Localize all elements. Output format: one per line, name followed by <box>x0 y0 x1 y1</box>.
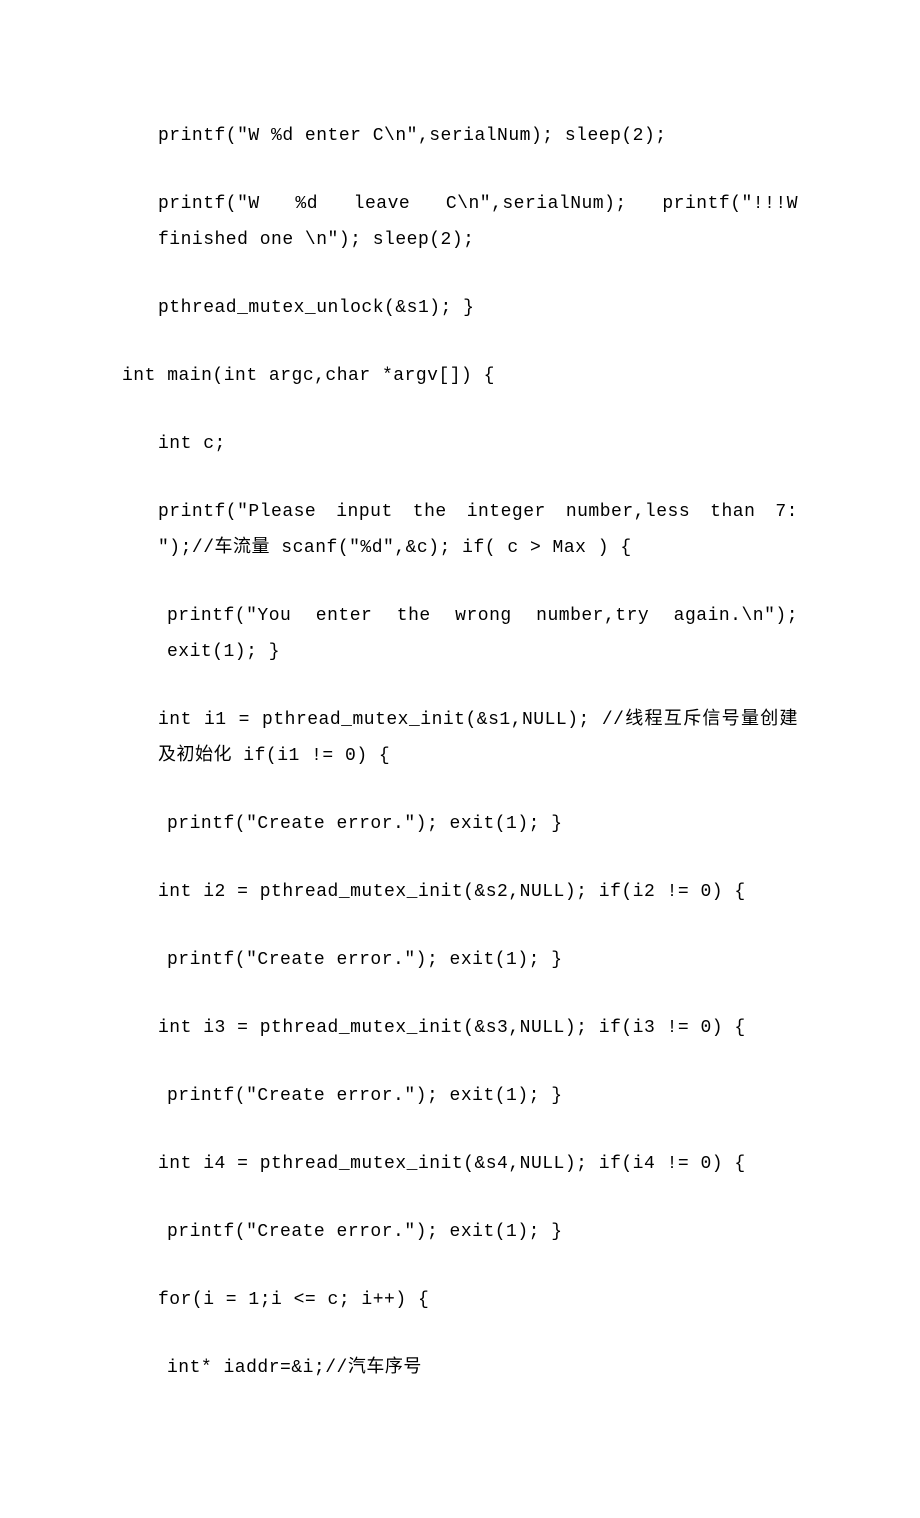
code-line: printf("Create error."); exit(1); } <box>122 1214 798 1250</box>
code-line: printf("Please input the integer number,… <box>122 494 798 566</box>
code-line: for(i = 1;i <= c; i++) { <box>122 1282 798 1318</box>
code-line: pthread_mutex_unlock(&s1); } <box>122 290 798 326</box>
code-line: printf("Create error."); exit(1); } <box>122 1078 798 1114</box>
code-line: printf("Create error."); exit(1); } <box>122 942 798 978</box>
code-line: printf("W %d enter C\n",serialNum); slee… <box>122 118 798 154</box>
document-page: printf("W %d enter C\n",serialNum); slee… <box>0 0 920 1518</box>
code-line: printf("Create error."); exit(1); } <box>122 806 798 842</box>
code-line: int i2 = pthread_mutex_init(&s2,NULL); i… <box>122 874 798 910</box>
code-line: int main(int argc,char *argv[]) { <box>122 358 798 394</box>
code-line: int i4 = pthread_mutex_init(&s4,NULL); i… <box>122 1146 798 1182</box>
code-line: int* iaddr=&i;//汽车序号 <box>122 1350 798 1386</box>
code-line: printf("W %d leave C\n",serialNum); prin… <box>122 186 798 258</box>
code-line: int c; <box>122 426 798 462</box>
code-line: int i3 = pthread_mutex_init(&s3,NULL); i… <box>122 1010 798 1046</box>
code-line: int i1 = pthread_mutex_init(&s1,NULL); /… <box>122 702 798 774</box>
code-line: printf("You enter the wrong number,try a… <box>122 598 798 670</box>
